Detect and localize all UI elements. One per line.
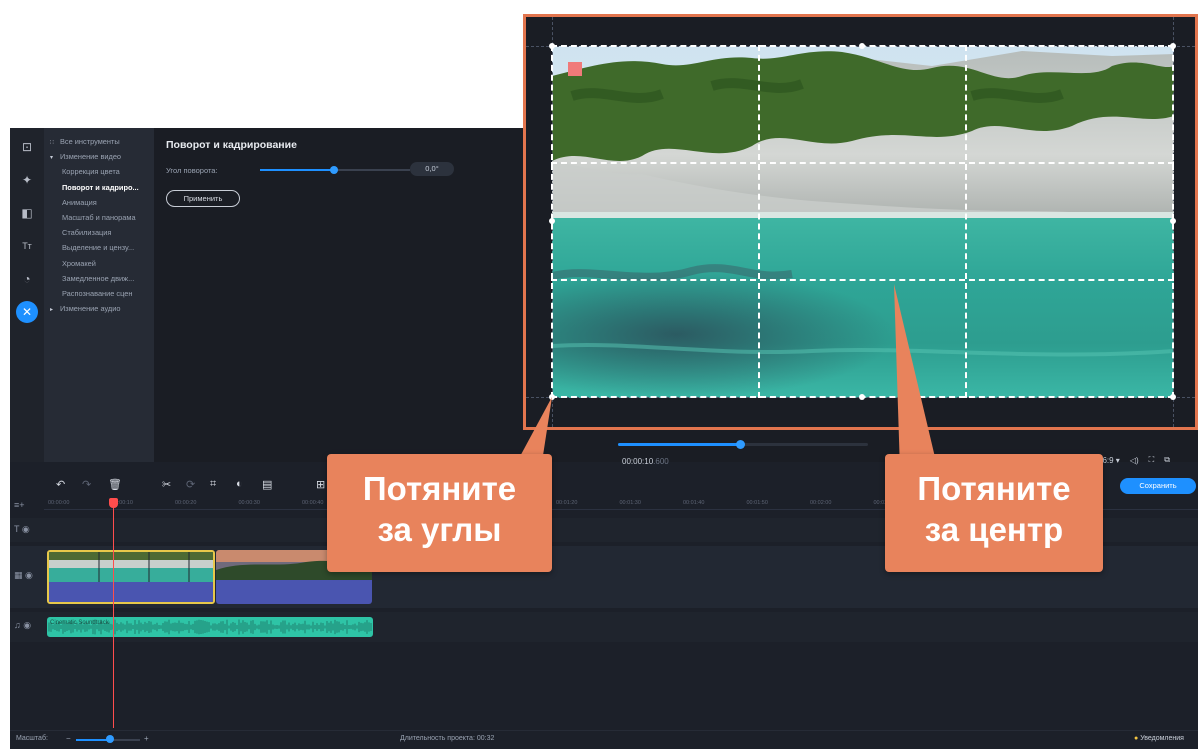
- ruler-tick-label: 00:00:40: [302, 500, 324, 506]
- tutorial-screenshot: ⊡ ✦ ◧ Тт ◔ ✕ ∷ Все инструменты ▾ Изменение…: [0, 0, 1198, 749]
- audio-clip-label: Cinematic Soundtrack: [50, 620, 109, 626]
- rotate-icon[interactable]: ⟳: [186, 478, 195, 491]
- ruler-tick-label: 00:02:00: [810, 500, 832, 506]
- tree-item-zoom-pan[interactable]: Масштаб и панорама: [44, 210, 154, 225]
- bell-icon: ●: [1134, 735, 1139, 742]
- tree-item-rotate-crop[interactable]: Поворот и кадриро...: [44, 180, 154, 195]
- crop-handle-right[interactable]: [1170, 218, 1176, 224]
- ruler-tick-label: 00:00:20: [175, 500, 197, 506]
- video-clip-selected[interactable]: [47, 550, 215, 604]
- ruler-tick-label: 00:01:20: [556, 500, 578, 506]
- scale-slider-knob[interactable]: [106, 735, 114, 743]
- tree-item-animation[interactable]: Анимация: [44, 195, 154, 210]
- clip-thumbnails: [49, 552, 213, 602]
- tree-item-chroma-key[interactable]: Хромакей: [44, 256, 154, 271]
- tree-item-video-edit[interactable]: ▾ Изменение видео: [44, 149, 154, 164]
- rotation-slider-fill: [260, 169, 334, 171]
- crop-grid-line: [758, 45, 760, 398]
- ruler-tick-label: 00:01:30: [619, 500, 641, 506]
- text-track-icon: T ◉: [14, 524, 30, 534]
- add-track-icon[interactable]: ≡+: [14, 500, 25, 510]
- zoom-in-icon[interactable]: +: [144, 734, 149, 743]
- import-icon[interactable]: ⊡: [16, 136, 38, 158]
- tree-item-all-tools[interactable]: ∷ Все инструменты: [44, 134, 154, 149]
- crop-handle-bottom[interactable]: [859, 394, 865, 400]
- panel-title: Поворот и кадрирование: [166, 139, 297, 151]
- crop-handle-top-left[interactable]: [549, 43, 555, 49]
- tools-tree: ∷ Все инструменты ▾ Изменение видео Коррек…: [44, 128, 154, 462]
- ruler-tick-label: 00:01:50: [746, 500, 768, 506]
- scale-label: Масштаб:: [16, 735, 48, 742]
- playback-progress: [618, 443, 741, 446]
- crop-grid-line: [551, 279, 1174, 281]
- video-track-icon: ▦ ◉: [14, 570, 33, 580]
- playback-knob[interactable]: [736, 440, 745, 449]
- music-track-icon: ♫ ◉: [14, 620, 32, 630]
- player-controls: 16:9 ▾ ◁) ⛶ ⧉: [1098, 455, 1170, 465]
- rotation-label: Угол поворота:: [166, 166, 218, 175]
- crop-handle-bottom-right[interactable]: [1170, 394, 1176, 400]
- crop-grid-line: [551, 162, 1174, 164]
- detach-icon[interactable]: ⧉: [1164, 455, 1170, 465]
- crop-icon[interactable]: ⌗: [210, 478, 216, 491]
- ruler-tick-label: 00:00:00: [48, 500, 70, 506]
- apply-button[interactable]: Применить: [166, 190, 240, 207]
- ruler-tick-label: 00:00:30: [238, 500, 260, 506]
- text-icon[interactable]: Тт: [16, 235, 38, 257]
- magic-wand-icon[interactable]: ✦: [16, 169, 38, 191]
- crop-handle-top[interactable]: [859, 43, 865, 49]
- project-duration: Длительность проекта: 00:32: [400, 735, 495, 742]
- crop-grid-line: [965, 45, 967, 398]
- tree-item-slow-motion[interactable]: Замедленное движ...: [44, 271, 154, 286]
- tools-icon[interactable]: ✕: [16, 301, 38, 323]
- redo-icon[interactable]: ↷: [82, 478, 91, 491]
- rotation-slider[interactable]: [260, 166, 410, 174]
- ruler-tick-label: 00:01:40: [683, 500, 705, 506]
- stickers-icon[interactable]: ◔: [16, 268, 38, 290]
- callout-corners-line2: за углы: [377, 511, 502, 548]
- fullscreen-icon[interactable]: ⛶: [1149, 455, 1155, 465]
- rotation-value-field[interactable]: 0,0°: [410, 162, 454, 176]
- callout-center-line2: за центр: [924, 511, 1064, 548]
- callout-pointer-center: [894, 284, 938, 470]
- callout-drag-center: Потяните за центр: [885, 454, 1103, 572]
- insert-icon[interactable]: ⊞: [316, 478, 325, 491]
- callout-drag-corners: Потяните за углы: [327, 454, 552, 572]
- timecode: 00:00:10.600: [622, 457, 669, 466]
- tree-item-color-correction[interactable]: Коррекция цвета: [44, 164, 154, 179]
- delete-icon[interactable]: 🗑: [108, 478, 122, 491]
- callout-center-line1: Потяните: [917, 470, 1071, 507]
- volume-icon[interactable]: ◁): [1130, 456, 1139, 465]
- notifications-button[interactable]: ● Уведомления: [1134, 735, 1184, 742]
- save-button[interactable]: Сохранить: [1120, 478, 1196, 494]
- rotation-slider-knob[interactable]: [329, 166, 338, 174]
- status-bar: [10, 730, 1198, 749]
- clip-properties-icon[interactable]: ▤: [262, 478, 272, 491]
- crop-handle-top-right[interactable]: [1170, 43, 1176, 49]
- tree-item-audio-edit[interactable]: ▸ Изменение аудио: [44, 301, 154, 316]
- color-adjust-icon[interactable]: ◐: [236, 478, 243, 490]
- cut-icon[interactable]: ✂: [162, 478, 171, 491]
- transitions-icon[interactable]: ◧: [16, 202, 38, 224]
- undo-icon[interactable]: ↶: [56, 478, 65, 491]
- crop-frame[interactable]: [551, 45, 1174, 398]
- properties-panel: Поворот и кадрирование Угол поворота: 0,…: [154, 128, 524, 462]
- tree-item-highlight-censor[interactable]: Выделение и цензу...: [44, 240, 154, 255]
- tool-rail: ⊡ ✦ ◧ Тт ◔ ✕: [10, 128, 44, 462]
- crop-handle-left[interactable]: [549, 218, 555, 224]
- tree-item-stabilization[interactable]: Стабилизация: [44, 225, 154, 240]
- zoom-out-icon[interactable]: −: [66, 734, 71, 743]
- scale-slider-fill: [76, 739, 110, 741]
- tree-item-scene-detection[interactable]: Распознавание сцен: [44, 286, 154, 301]
- callout-corners-line1: Потяните: [362, 470, 517, 507]
- playhead: [113, 498, 114, 728]
